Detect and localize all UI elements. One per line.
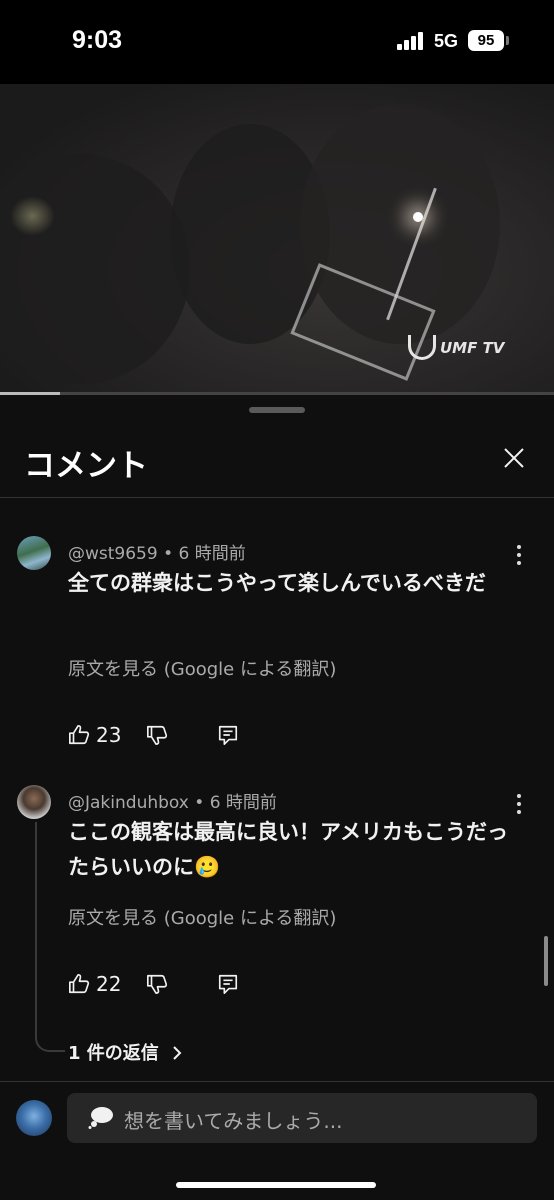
city-light [10,196,55,236]
drag-handle[interactable] [249,407,305,413]
umf-logo-icon [408,335,436,360]
see-original-link[interactable]: 原文を見る (Google による翻訳) [68,655,336,681]
avatar[interactable] [17,785,51,819]
network-type: 5G [434,31,459,51]
user-avatar[interactable] [16,1100,52,1136]
status-bar: 9:03 5G 95 [0,0,554,84]
signal-icon [397,32,427,50]
comment-meta: @wst9659 • 6 時間前 [68,544,246,564]
sheet-title: コメント [24,448,148,484]
crowd-shape [0,154,190,384]
like-count: 23 [96,723,122,747]
view-replies-button[interactable]: 1 件の返信 [68,1039,183,1065]
battery-icon: 95 [468,30,504,51]
comment-input-placeholder: 想を書いてみましょう... [124,1109,343,1133]
thought-bubble-icon [88,1107,113,1129]
comment-time: 6 時間前 [209,793,277,813]
replies-label: 1 件の返信 [68,1043,159,1064]
thumbs-down-icon[interactable] [146,724,168,746]
comment-text: ここの観客は最高に良い！アメリカもこうだったらいいのに🥲 [68,820,508,879]
comment-author[interactable]: @Jakinduhbox [68,793,189,813]
like-count: 22 [96,972,122,996]
video-progress-bar[interactable] [0,392,554,395]
thumbs-down-icon[interactable] [146,973,168,995]
umf-tv-logo: UMF TV [408,335,504,360]
video-progress-fill [0,392,60,395]
avatar[interactable] [17,536,51,570]
header-divider [0,497,554,498]
thumbs-up-icon[interactable] [68,724,90,746]
reply-icon[interactable] [217,973,239,995]
chevron-right-icon [173,1046,182,1060]
stage-light [413,212,423,222]
status-time: 9:03 [72,26,123,54]
comment-input[interactable]: 想を書いてみましょう... [67,1093,537,1143]
composer-divider [0,1081,554,1082]
reply-thread-line [35,822,65,1052]
scrollbar[interactable] [544,936,548,986]
comment-time: 6 時間前 [178,544,246,564]
battery-tip [506,36,509,45]
home-indicator [176,1182,376,1188]
comment-text: 全ての群衆はこうやって楽しんでいるべきだ [68,571,486,595]
close-icon[interactable] [502,446,526,470]
reply-icon[interactable] [217,724,239,746]
comment-meta: @Jakinduhbox • 6 時間前 [68,793,277,813]
umf-logo-text: UMF TV [440,338,505,357]
thumbs-up-icon[interactable] [68,973,90,995]
see-original-link[interactable]: 原文を見る (Google による翻訳) [68,904,336,930]
comment-author[interactable]: @wst9659 [68,544,158,564]
